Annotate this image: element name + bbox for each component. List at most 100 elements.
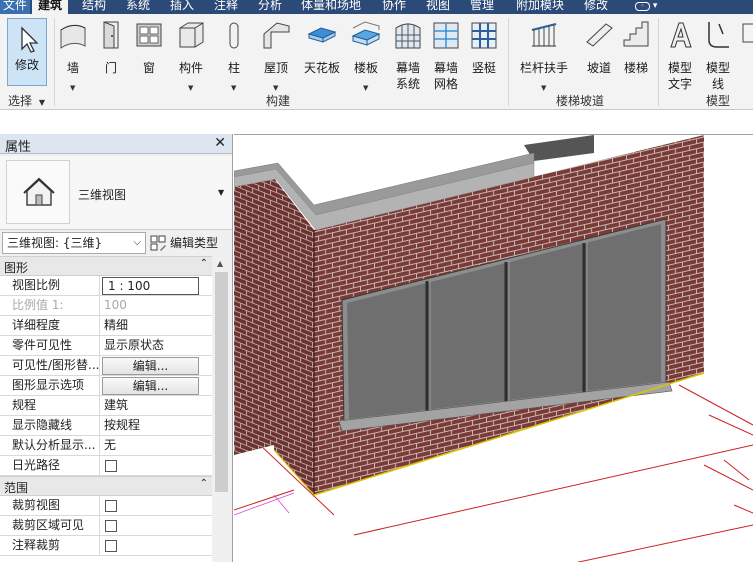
collapse-icon[interactable]: ⌃ xyxy=(200,478,208,489)
prop-row-hidden-lines: 显示隐藏线 按规程 xyxy=(0,416,212,436)
tab-collaborate[interactable]: 协作 xyxy=(376,0,412,14)
curtain-grid-label-2: 网格 xyxy=(433,77,458,91)
crop-view-checkbox[interactable] xyxy=(105,500,117,512)
tab-annotate[interactable]: 注释 xyxy=(208,0,244,14)
component-button[interactable]: 构件 ▼ xyxy=(174,20,208,92)
select-panel-title[interactable]: 选择 ▼ xyxy=(8,92,45,109)
stair-button[interactable]: 楼梯 xyxy=(621,20,651,90)
vg-edit-button[interactable]: 编辑... xyxy=(102,357,199,375)
model-line-label-1: 模型 xyxy=(705,61,730,75)
tab-file[interactable]: 文件 xyxy=(0,0,30,14)
modify-button[interactable]: 修改 xyxy=(7,18,47,86)
type-selector[interactable]: 三维视图 ▼ xyxy=(0,156,232,230)
model-panel-title: 模型 xyxy=(706,94,731,108)
prop-row-crop-view: 裁剪视图 xyxy=(0,496,212,516)
collapse-icon[interactable]: ⌃ xyxy=(200,258,208,269)
parts-visibility-value[interactable]: 显示原状态 xyxy=(101,336,212,355)
discipline-value[interactable]: 建筑 xyxy=(101,396,212,415)
column-button[interactable]: 柱 ▼ xyxy=(220,20,248,92)
prop-row-discipline: 规程 建筑 xyxy=(0,396,212,416)
build-panel-title: 构建 xyxy=(266,94,291,108)
chevron-down-icon: ▼ xyxy=(188,84,194,92)
chevron-down-icon: ▼ xyxy=(70,84,76,92)
door-button[interactable]: 门 xyxy=(96,20,126,90)
group-extents-label: 范围 xyxy=(4,481,29,495)
annotation-crop-checkbox[interactable] xyxy=(105,540,117,552)
tab-massing-site[interactable]: 体量和场地 xyxy=(296,0,366,14)
tab-analyze[interactable]: 分析 xyxy=(252,0,288,14)
column-icon xyxy=(229,22,239,49)
mullion-label: 竖梃 xyxy=(471,61,496,75)
ribbon-gap xyxy=(0,111,753,134)
railing-icon xyxy=(531,23,557,47)
select-panel-label: 选择 xyxy=(8,94,33,108)
tab-structure[interactable]: 结构 xyxy=(76,0,112,14)
house-icon xyxy=(23,177,55,206)
sun-path-checkbox[interactable] xyxy=(105,460,117,472)
railing-label: 栏杆扶手 xyxy=(519,61,568,75)
tab-architecture[interactable]: 建筑 xyxy=(32,0,68,14)
ribbon-tab-bar: 文件 建筑 结构 系统 插入 注释 分析 体量和场地 协作 视图 管理 附加模块… xyxy=(0,0,753,14)
prop-label: 比例值 1: xyxy=(0,296,100,315)
chevron-down-icon: ▼ xyxy=(541,84,547,92)
scroll-up-icon[interactable]: ▲ xyxy=(217,259,223,268)
component-icon xyxy=(179,22,204,48)
view-scale-input[interactable]: 1 : 100 xyxy=(102,277,199,295)
properties-scrollbar[interactable]: ▲ xyxy=(212,256,231,562)
3d-model-render xyxy=(234,135,753,562)
group-extents[interactable]: 范围 ⌃ xyxy=(0,476,212,496)
type-thumbnail xyxy=(6,160,70,224)
instance-selector-value: 三维视图: {三维} xyxy=(7,236,103,250)
ramp-button[interactable]: 坡道 xyxy=(583,20,615,90)
ribbon-minimize-control[interactable]: ◦ ▾ xyxy=(635,1,665,12)
detail-level-value[interactable]: 精细 xyxy=(101,316,212,335)
prop-label: 裁剪区域可见 xyxy=(0,516,100,535)
revit-window: 文件 建筑 结构 系统 插入 注释 分析 体量和场地 协作 视图 管理 附加模块… xyxy=(0,0,753,562)
prop-row-sun-path: 日光路径 xyxy=(0,456,212,476)
section-lines xyxy=(234,492,295,516)
prop-label: 日光路径 xyxy=(0,456,100,475)
prop-row-graphic-display: 图形显示选项 编辑... xyxy=(0,376,212,396)
analysis-display-value[interactable]: 无 xyxy=(101,436,212,455)
group-graphics-label: 图形 xyxy=(4,261,29,275)
instance-selector[interactable]: 三维视图: {三维} ⌵ xyxy=(2,232,146,254)
graphic-display-edit-button[interactable]: 编辑... xyxy=(102,377,199,395)
3d-viewport[interactable] xyxy=(234,134,753,562)
prop-row-partial xyxy=(0,556,212,562)
tab-view[interactable]: 视图 xyxy=(420,0,456,14)
properties-header: 属性 ✕ xyxy=(0,134,232,155)
edit-type-icon xyxy=(150,235,166,251)
tab-addins[interactable]: 附加模块 xyxy=(510,0,570,14)
window-button[interactable]: 窗 xyxy=(133,20,165,90)
close-icon[interactable]: ✕ xyxy=(214,135,226,151)
tab-systems[interactable]: 系统 xyxy=(120,0,156,14)
tab-manage[interactable]: 管理 xyxy=(464,0,500,14)
prop-label: 零件可见性 xyxy=(0,336,100,355)
crop-visible-checkbox[interactable] xyxy=(105,520,117,532)
edit-type-button[interactable]: 编辑类型 xyxy=(150,233,232,253)
scrollbar-thumb[interactable] xyxy=(215,272,228,492)
floor-button[interactable]: 楼板 ▼ xyxy=(349,20,383,92)
side-wall xyxy=(274,195,314,495)
prop-row-annotation-crop: 注释裁剪 xyxy=(0,536,212,556)
railing-button[interactable]: 栏杆扶手 ▼ xyxy=(520,20,568,92)
chevron-down-icon: ▼ xyxy=(231,84,237,92)
tab-insert[interactable]: 插入 xyxy=(164,0,200,14)
tab-modify[interactable]: 修改 xyxy=(578,0,614,14)
chevron-down-icon: ▼ xyxy=(363,84,369,92)
group-graphics[interactable]: 图形 ⌃ xyxy=(0,256,212,276)
chevron-down-icon[interactable]: ▼ xyxy=(218,188,224,197)
hidden-lines-value[interactable]: 按规程 xyxy=(101,416,212,435)
wall-button[interactable]: 墙 ▼ xyxy=(57,20,89,92)
mullion-button[interactable]: 竖梃 xyxy=(468,20,500,90)
edit-type-label: 编辑类型 xyxy=(170,236,219,250)
mullion-icon xyxy=(471,22,497,49)
ceiling-button[interactable]: 天花板 xyxy=(303,20,341,90)
roof-element xyxy=(524,135,594,161)
roof-button[interactable]: 屋顶 ▼ xyxy=(259,20,293,92)
properties-title: 属性 xyxy=(5,140,32,155)
prop-row-analysis-display: 默认分析显示... 无 xyxy=(0,436,212,456)
model-group-button[interactable] xyxy=(740,20,753,90)
prop-label: 视图比例 xyxy=(0,276,100,295)
prop-row-detail-level: 详细程度 精细 xyxy=(0,316,212,336)
